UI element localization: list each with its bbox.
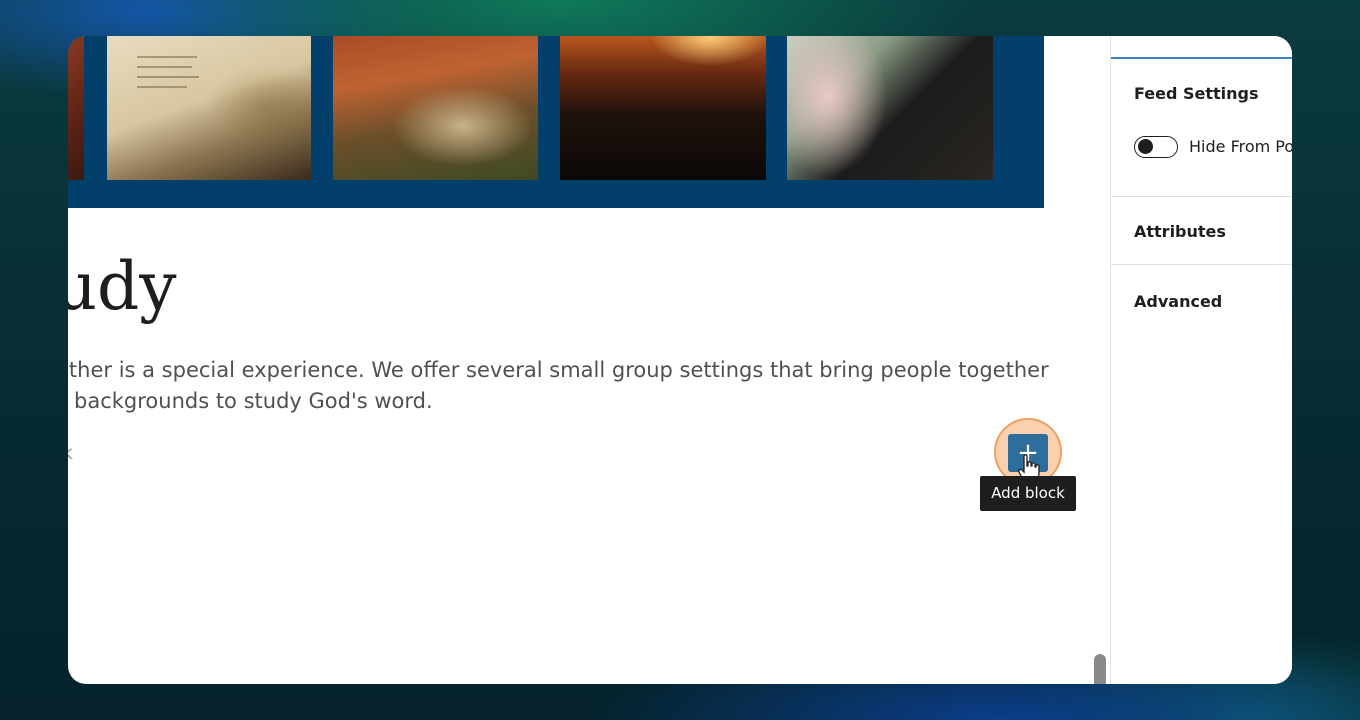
gallery-image-partial[interactable] — [68, 36, 84, 180]
empty-block-placeholder[interactable]: k — [68, 442, 73, 464]
paragraph-line-1[interactable]: ether is a special experience. We offer … — [68, 358, 1049, 382]
editor-window: tudy ether is a special experience. We o… — [68, 36, 1292, 684]
gallery-image-open-book[interactable] — [107, 36, 311, 180]
editor-scrollbar-track[interactable] — [1088, 36, 1110, 684]
toggle-knob — [1138, 139, 1153, 154]
hide-from-posts-toggle[interactable] — [1134, 136, 1178, 158]
paragraph-line-2[interactable]: d backgrounds to study God's word. — [68, 389, 433, 413]
gallery-image-tulips[interactable] — [787, 36, 993, 180]
add-block-tooltip: Add block — [980, 476, 1076, 511]
feed-settings-panel-toggle[interactable]: Feed Settings — [1134, 84, 1259, 103]
panel-divider — [1111, 196, 1292, 197]
sidebar-tab-indicator — [1111, 57, 1292, 59]
gallery-image-sunset[interactable] — [560, 36, 766, 180]
page-heading[interactable]: tudy — [68, 254, 177, 320]
advanced-panel-toggle[interactable]: Advanced — [1134, 292, 1222, 311]
editor-scrollbar-thumb[interactable] — [1094, 654, 1106, 684]
panel-divider — [1111, 264, 1292, 265]
hide-from-posts-label: Hide From Po — [1189, 137, 1292, 156]
settings-sidebar: Feed Settings Hide From Po Attributes Ad… — [1110, 36, 1292, 684]
attributes-panel-toggle[interactable]: Attributes — [1134, 222, 1226, 241]
image-gallery-block[interactable] — [68, 36, 1044, 208]
gallery-image-canyon[interactable] — [333, 36, 538, 180]
